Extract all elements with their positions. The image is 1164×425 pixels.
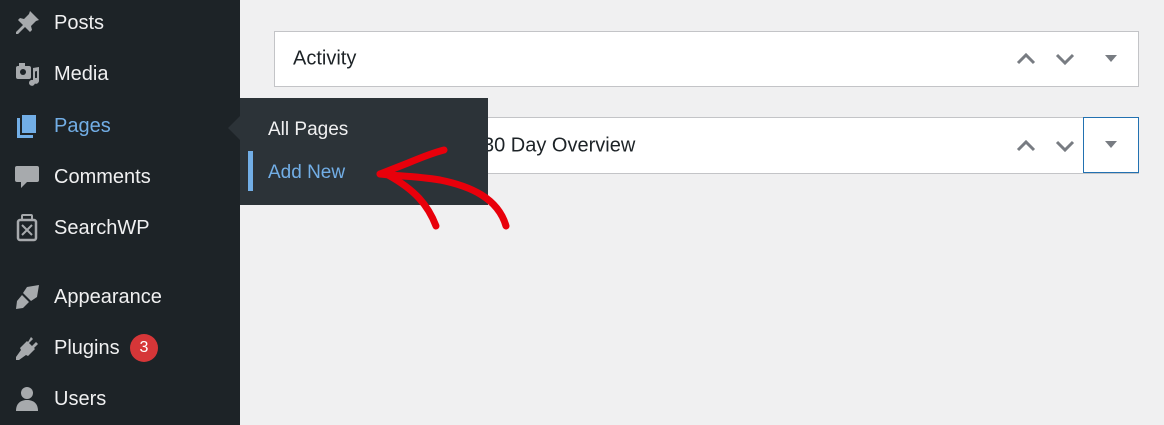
sidebar-item-label: Posts bbox=[54, 11, 105, 34]
move-up-button[interactable] bbox=[1011, 44, 1041, 74]
widget-title: 30 Day Overview bbox=[483, 134, 636, 156]
move-up-button[interactable] bbox=[1011, 131, 1041, 161]
media-icon bbox=[12, 59, 42, 89]
update-count-badge: 3 bbox=[130, 334, 158, 362]
comment-icon bbox=[12, 162, 42, 192]
submenu-item-all-pages[interactable]: All Pages bbox=[268, 119, 348, 141]
flyout-pointer bbox=[228, 116, 240, 140]
chevron-up-icon bbox=[1016, 139, 1036, 151]
pages-icon bbox=[12, 111, 42, 141]
chevron-down-icon bbox=[1055, 53, 1075, 66]
brush-icon bbox=[12, 282, 42, 312]
toggle-panel-button[interactable] bbox=[1083, 117, 1139, 173]
pin-icon bbox=[12, 8, 42, 38]
sidebar-item-label: Plugins bbox=[54, 336, 120, 359]
sidebar-item-pages[interactable]: Pages bbox=[0, 104, 240, 148]
searchwp-icon bbox=[12, 213, 42, 243]
caret-down-icon bbox=[1105, 55, 1117, 62]
toggle-panel-button[interactable] bbox=[1096, 44, 1126, 74]
chevron-up-icon bbox=[1016, 52, 1036, 65]
sidebar-item-label: Comments bbox=[54, 165, 151, 188]
sidebar-item-searchwp[interactable]: SearchWP bbox=[0, 206, 240, 250]
sidebar-item-appearance[interactable]: Appearance bbox=[0, 275, 240, 319]
sidebar-item-label: SearchWP bbox=[54, 216, 150, 239]
chevron-down-icon bbox=[1055, 140, 1075, 152]
sidebar-item-label: Appearance bbox=[54, 285, 162, 308]
sidebar-item-plugins[interactable]: Plugins 3 bbox=[0, 326, 240, 370]
sidebar-item-users[interactable]: Users bbox=[0, 377, 240, 421]
move-down-button[interactable] bbox=[1050, 44, 1080, 74]
caret-down-icon bbox=[1105, 141, 1117, 148]
sidebar-item-comments[interactable]: Comments bbox=[0, 155, 240, 199]
sidebar-item-label: Media bbox=[54, 62, 109, 85]
sidebar-item-label: Users bbox=[54, 387, 107, 410]
user-icon bbox=[12, 384, 42, 414]
sidebar-item-posts[interactable]: Posts bbox=[0, 1, 240, 45]
sidebar-item-label: Pages bbox=[54, 114, 111, 137]
widget-activity: Activity bbox=[274, 31, 1139, 87]
pages-submenu: All Pages Add New bbox=[240, 98, 488, 205]
widget-title: Activity bbox=[293, 47, 357, 70]
sidebar-item-media[interactable]: Media bbox=[0, 52, 240, 96]
current-item-marker bbox=[248, 151, 253, 191]
plug-icon bbox=[12, 333, 42, 363]
admin-sidebar: Posts Media Pages Comments SearchWP Appe… bbox=[0, 0, 240, 425]
submenu-item-add-new[interactable]: Add New bbox=[268, 162, 345, 184]
move-down-button[interactable] bbox=[1050, 131, 1080, 161]
